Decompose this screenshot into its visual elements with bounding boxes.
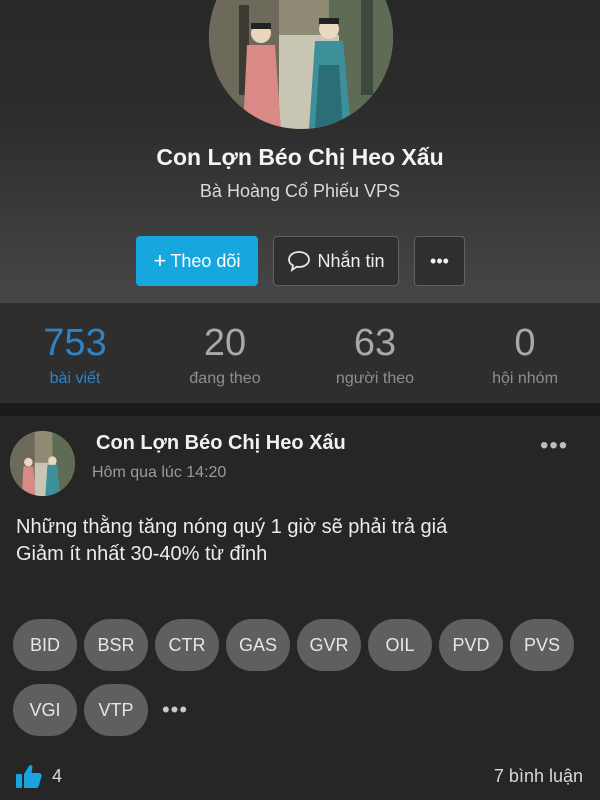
post-line: Những thằng tăng nóng quý 1 giờ sẽ phải … bbox=[16, 516, 448, 538]
post-line: Giảm ít nhất 30-40% từ đỉnh bbox=[16, 543, 268, 565]
stock-tag[interactable]: GVR bbox=[297, 619, 361, 671]
stock-tag[interactable]: PVS bbox=[510, 619, 574, 671]
stat-value: 63 bbox=[353, 322, 397, 364]
stat-value: 20 bbox=[203, 322, 247, 364]
post-author-name[interactable]: Con Lợn Béo Chị Heo Xấu bbox=[96, 432, 346, 455]
stat-label: hội nhóm bbox=[492, 370, 558, 387]
stat-value: 0 bbox=[514, 322, 536, 364]
profile-avatar[interactable] bbox=[209, 0, 393, 129]
stat-groups[interactable]: 0 hội nhóm bbox=[450, 303, 600, 403]
chat-bubble-icon bbox=[288, 251, 311, 272]
stock-tag[interactable]: CTR bbox=[155, 619, 219, 671]
stat-label: bài viết bbox=[49, 370, 101, 387]
profile-subtitle: Bà Hoàng Cổ Phiếu VPS bbox=[199, 181, 401, 201]
tags-more-button[interactable]: ••• bbox=[155, 684, 195, 736]
thumbs-up-icon bbox=[16, 765, 42, 788]
profile-name: Con Lợn Béo Chị Heo Xấu bbox=[156, 144, 444, 170]
profile-more-button[interactable]: ••• bbox=[414, 236, 465, 286]
post-more-button[interactable]: ••• bbox=[540, 432, 568, 460]
follow-label: Theo dõi bbox=[170, 250, 241, 271]
follow-button[interactable]: + Theo dõi bbox=[136, 236, 258, 286]
profile-header: Con Lợn Béo Chị Heo Xấu Bà Hoàng Cổ Phiế… bbox=[0, 0, 600, 303]
message-button[interactable]: Nhắn tin bbox=[273, 236, 399, 286]
post-timestamp: Hôm qua lúc 14:20 bbox=[92, 464, 227, 481]
stock-tag[interactable]: GAS bbox=[226, 619, 290, 671]
stat-label: đang theo bbox=[189, 370, 261, 387]
section-divider bbox=[0, 403, 600, 416]
like-count: 4 bbox=[52, 765, 63, 786]
like-button[interactable]: 4 bbox=[15, 763, 62, 789]
stat-following[interactable]: 20 đang theo bbox=[150, 303, 300, 403]
post-content: Những thằng tăng nóng quý 1 giờ sẽ phải … bbox=[16, 514, 447, 568]
stock-tag[interactable]: OIL bbox=[368, 619, 432, 671]
stock-tag[interactable]: PVD bbox=[439, 619, 503, 671]
stock-tag[interactable]: VTP bbox=[84, 684, 148, 736]
more-dots-icon: ••• bbox=[430, 250, 449, 271]
profile-stats: 753 bài viết 20 đang theo 63 người theo … bbox=[0, 303, 600, 403]
stock-tag[interactable]: BSR bbox=[84, 619, 148, 671]
post-author-avatar[interactable] bbox=[10, 431, 75, 496]
stat-followers[interactable]: 63 người theo bbox=[300, 303, 450, 403]
stock-tags: BID BSR CTR GAS GVR OIL PVD PVS VGI VTP … bbox=[13, 619, 583, 736]
stock-tag[interactable]: VGI bbox=[13, 684, 77, 736]
message-label: Nhắn tin bbox=[317, 250, 385, 271]
stat-label: người theo bbox=[335, 370, 415, 387]
comments-link[interactable]: 7 bình luận bbox=[494, 766, 583, 787]
stat-value: 753 bbox=[43, 322, 107, 364]
stock-tag[interactable]: BID bbox=[13, 619, 77, 671]
stat-posts[interactable]: 753 bài viết bbox=[0, 303, 150, 403]
plus-icon: + bbox=[153, 248, 167, 273]
